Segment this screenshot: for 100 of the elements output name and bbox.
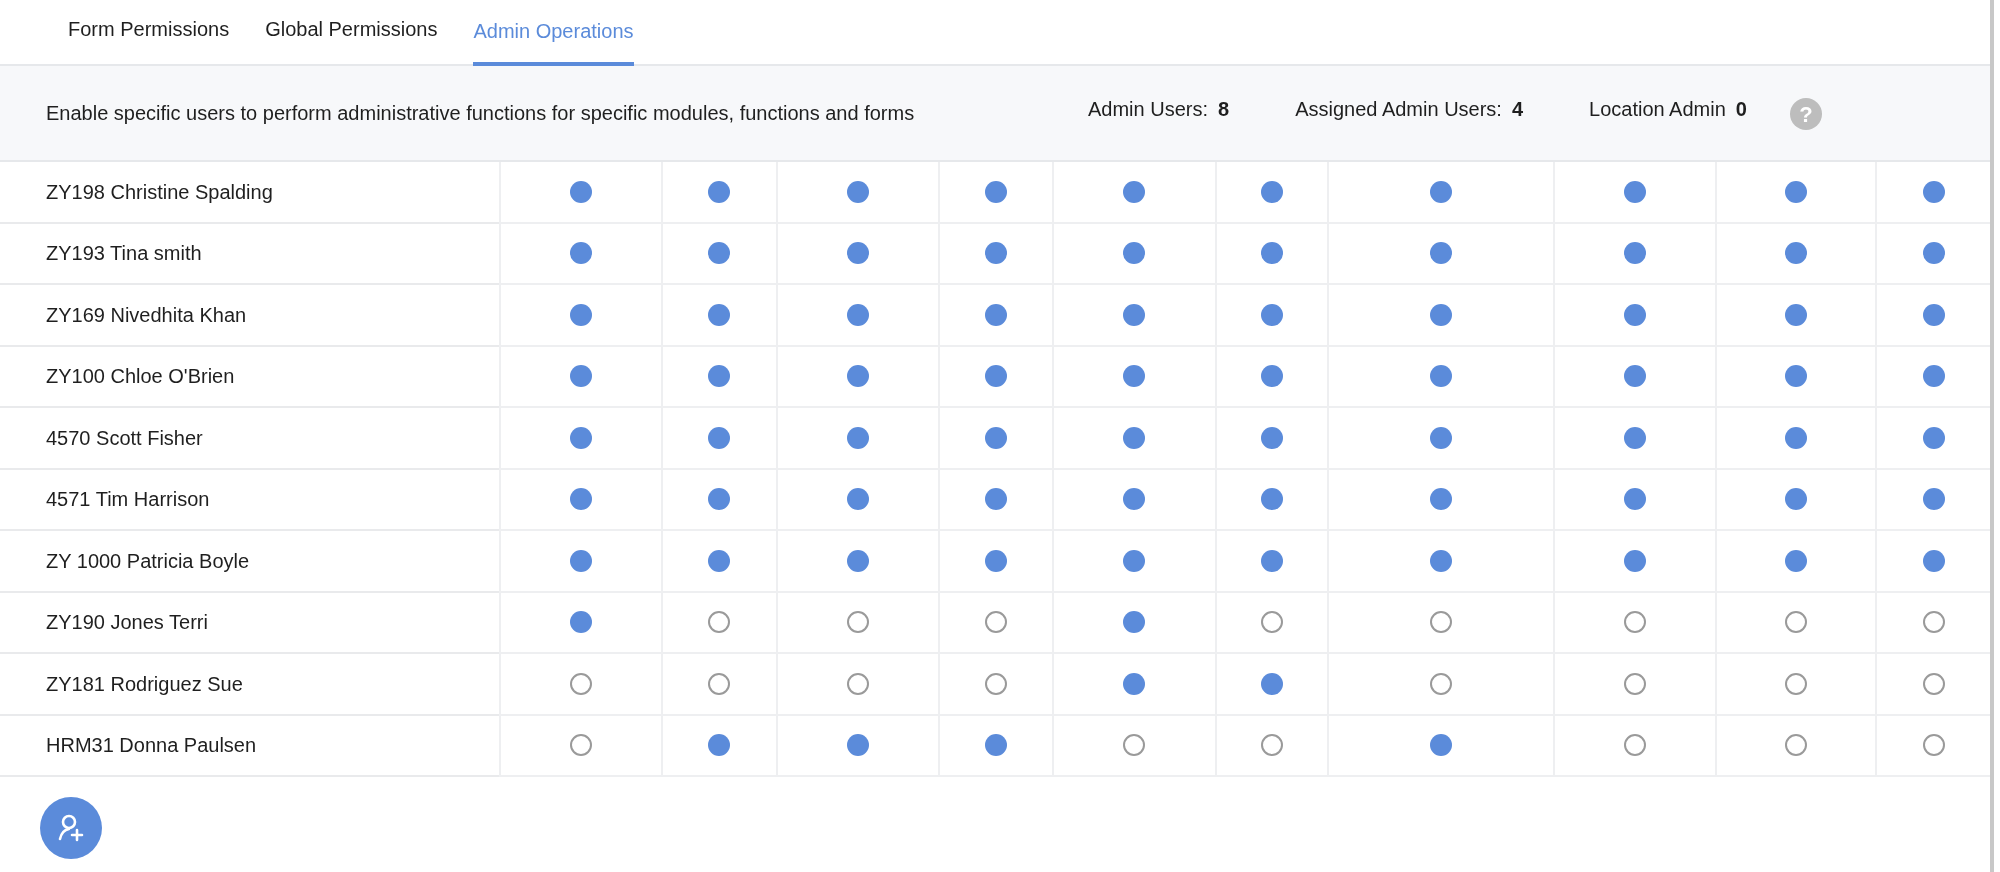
permission-radio[interactable]: [569, 242, 592, 265]
permission-radio[interactable]: [708, 365, 731, 388]
permission-radio[interactable]: [985, 611, 1008, 634]
permission-radio[interactable]: [1922, 303, 1945, 326]
permission-radio[interactable]: [1123, 426, 1146, 449]
permission-radio[interactable]: [1784, 672, 1807, 695]
permission-radio[interactable]: [569, 488, 592, 511]
permission-radio[interactable]: [985, 488, 1008, 511]
permission-radio[interactable]: [1623, 611, 1646, 634]
permission-radio[interactable]: [708, 734, 731, 757]
permission-radio[interactable]: [1623, 242, 1646, 265]
permission-radio[interactable]: [985, 734, 1008, 757]
permission-radio[interactable]: [569, 365, 592, 388]
permission-radio[interactable]: [1784, 611, 1807, 634]
permission-radio[interactable]: [569, 549, 592, 572]
permission-radio[interactable]: [985, 180, 1008, 203]
permission-radio[interactable]: [1261, 426, 1283, 449]
permission-radio[interactable]: [569, 611, 592, 634]
permission-radio[interactable]: [1430, 734, 1453, 757]
permission-radio[interactable]: [1123, 242, 1146, 265]
permission-radio[interactable]: [708, 242, 731, 265]
permission-radio[interactable]: [708, 672, 731, 695]
permission-radio[interactable]: [1784, 488, 1807, 511]
permission-radio[interactable]: [985, 426, 1008, 449]
permission-radio[interactable]: [708, 611, 731, 634]
permission-radio[interactable]: [1623, 488, 1646, 511]
permission-radio[interactable]: [846, 488, 869, 511]
permission-radio[interactable]: [1784, 365, 1807, 388]
permission-radio[interactable]: [985, 672, 1008, 695]
permission-radio[interactable]: [1922, 611, 1945, 634]
permission-radio[interactable]: [1430, 365, 1453, 388]
permission-radio[interactable]: [1623, 426, 1646, 449]
permission-radio[interactable]: [1123, 488, 1146, 511]
permission-radio[interactable]: [1430, 303, 1453, 326]
permission-radio[interactable]: [1922, 549, 1945, 572]
permission-radio[interactable]: [846, 426, 869, 449]
permission-radio[interactable]: [1430, 488, 1453, 511]
permission-radio[interactable]: [1430, 180, 1453, 203]
permission-radio[interactable]: [708, 488, 731, 511]
permission-radio[interactable]: [1261, 734, 1283, 757]
permission-radio[interactable]: [985, 242, 1008, 265]
permission-radio[interactable]: [1784, 426, 1807, 449]
tab[interactable]: Global Permissions: [265, 14, 438, 64]
permission-radio[interactable]: [1261, 180, 1283, 203]
permission-radio[interactable]: [1784, 734, 1807, 757]
permission-radio[interactable]: [846, 611, 869, 634]
permission-radio[interactable]: [1623, 734, 1646, 757]
permission-radio[interactable]: [1430, 611, 1453, 634]
permission-radio[interactable]: [1623, 180, 1646, 203]
permission-radio[interactable]: [1123, 303, 1146, 326]
permission-radio[interactable]: [708, 303, 731, 326]
permission-radio[interactable]: [1123, 672, 1146, 695]
permission-radio[interactable]: [1430, 242, 1453, 265]
permission-radio[interactable]: [1623, 303, 1646, 326]
permission-radio[interactable]: [846, 734, 869, 757]
permission-radio[interactable]: [846, 672, 869, 695]
permission-radio[interactable]: [846, 242, 869, 265]
permission-radio[interactable]: [1922, 180, 1945, 203]
permission-radio[interactable]: [1261, 303, 1283, 326]
permission-radio[interactable]: [1123, 365, 1146, 388]
permission-radio[interactable]: [1123, 611, 1146, 634]
permission-radio[interactable]: [1430, 426, 1453, 449]
permission-radio[interactable]: [1623, 549, 1646, 572]
permission-radio[interactable]: [1123, 734, 1146, 757]
permission-radio[interactable]: [1430, 549, 1453, 572]
permission-radio[interactable]: [1261, 488, 1283, 511]
permission-radio[interactable]: [1922, 734, 1945, 757]
permission-radio[interactable]: [1261, 365, 1283, 388]
permission-radio[interactable]: [1922, 242, 1945, 265]
permission-radio[interactable]: [985, 549, 1008, 572]
permission-radio[interactable]: [1261, 611, 1283, 634]
permission-radio[interactable]: [569, 180, 592, 203]
permission-radio[interactable]: [1261, 672, 1283, 695]
permission-radio[interactable]: [1784, 549, 1807, 572]
permission-radio[interactable]: [1430, 672, 1453, 695]
permission-radio[interactable]: [569, 426, 592, 449]
permission-radio[interactable]: [846, 180, 869, 203]
permission-radio[interactable]: [846, 365, 869, 388]
permission-radio[interactable]: [569, 734, 592, 757]
permission-radio[interactable]: [1123, 549, 1146, 572]
permission-radio[interactable]: [1922, 488, 1945, 511]
permission-radio[interactable]: [1922, 365, 1945, 388]
permission-radio[interactable]: [708, 549, 731, 572]
permission-radio[interactable]: [1784, 303, 1807, 326]
tab[interactable]: Form Permissions: [68, 14, 230, 64]
permission-radio[interactable]: [569, 672, 592, 695]
permission-radio[interactable]: [1261, 549, 1283, 572]
permission-radio[interactable]: [985, 365, 1008, 388]
permission-radio[interactable]: [985, 303, 1008, 326]
permission-radio[interactable]: [1623, 365, 1646, 388]
permission-radio[interactable]: [1922, 672, 1945, 695]
permission-radio[interactable]: [1623, 672, 1646, 695]
permission-radio[interactable]: [846, 549, 869, 572]
permission-radio[interactable]: [1123, 180, 1146, 203]
permission-radio[interactable]: [1784, 242, 1807, 265]
permission-radio[interactable]: [708, 180, 731, 203]
permission-radio[interactable]: [1784, 180, 1807, 203]
permission-radio[interactable]: [846, 303, 869, 326]
permission-radio[interactable]: [1922, 426, 1945, 449]
permission-radio[interactable]: [569, 303, 592, 326]
